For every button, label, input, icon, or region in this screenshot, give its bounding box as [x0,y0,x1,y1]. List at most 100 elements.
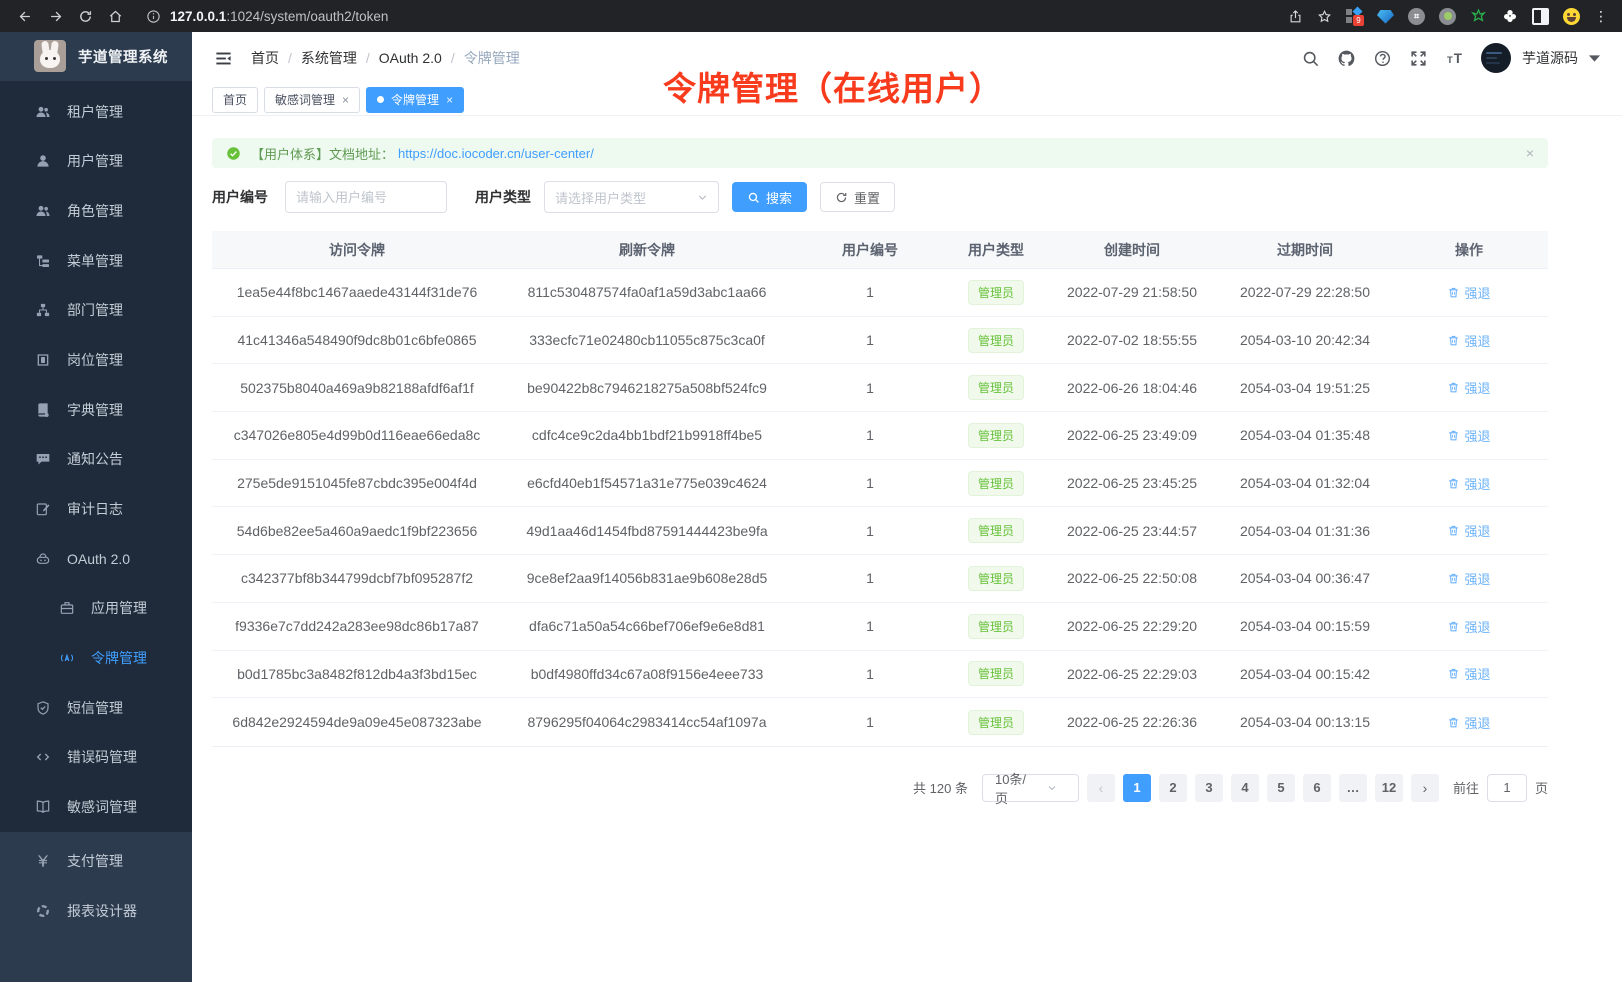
sidebar-item-dict[interactable]: 字典管理 [0,385,192,435]
sidebar-item-dept[interactable]: 部门管理 [0,285,192,335]
profile-avatar-icon[interactable] [1563,8,1580,25]
browser-menu-icon[interactable]: ⋮ [1594,8,1608,25]
sidebar-item-pay[interactable]: 支付管理 [0,836,192,886]
user-type-badge: 管理员 [968,280,1024,305]
force-logout-link[interactable]: 强退 [1447,331,1490,350]
user-menu-caret-icon[interactable] [1585,49,1604,68]
sidebar-item-user[interactable]: 用户管理 [0,136,192,186]
logo-rabbit-icon [34,40,66,72]
address-bar[interactable]: 127.0.0.1:1024/system/oauth2/token [146,9,1284,24]
user-id-label: 用户编号 [212,187,268,207]
expires-cell: 2054-03-10 20:42:34 [1220,332,1390,348]
force-logout-link[interactable]: 强退 [1447,617,1490,636]
user-type-select[interactable]: 请选择用户类型 [544,181,719,213]
extension-star-icon[interactable] [1470,8,1487,25]
force-logout-label: 强退 [1464,569,1490,588]
force-logout-link[interactable]: 强退 [1447,426,1490,445]
action-cell: 强退 [1390,617,1548,636]
page-button-12[interactable]: 12 [1375,774,1403,802]
extension-flower-icon[interactable] [1501,8,1518,25]
page-button-2[interactable]: 2 [1159,774,1187,802]
force-logout-link[interactable]: 强退 [1447,521,1490,540]
font-size-icon[interactable]: TT [1445,49,1464,68]
sidebar-item-report[interactable]: 报表设计器 [0,886,192,936]
sidebar-item-oauth2-app[interactable]: 应用管理 [0,584,192,634]
share-icon[interactable] [1288,9,1303,24]
browser-forward-icon[interactable] [42,3,68,29]
site-info-icon[interactable] [146,9,161,24]
alert-doc-link[interactable]: https://doc.iocoder.cn/user-center/ [398,146,594,161]
dept-icon [34,302,51,318]
browser-reload-icon[interactable] [72,3,98,29]
sidebar-item-sms[interactable]: 短信管理 [0,683,192,733]
sidebar-item-errcode[interactable]: 错误码管理 [0,733,192,783]
sidebar-item-sensitive[interactable]: 敏感词管理 [0,782,192,832]
sidebar-item-oauth2[interactable]: OAuth 2.0 [0,534,192,584]
github-icon[interactable] [1337,49,1356,68]
force-logout-link[interactable]: 强退 [1447,713,1490,732]
force-logout-label: 强退 [1464,378,1490,397]
page-button-4[interactable]: 4 [1231,774,1259,802]
user-type-label: 用户类型 [475,187,531,207]
extension-command-icon[interactable]: ⌗ [1408,8,1425,25]
next-page-button[interactable]: › [1411,774,1439,802]
tab-首页[interactable]: 首页 [212,87,258,113]
tab-bar: 首页敏感词管理×令牌管理× [192,84,1622,116]
extension-gem-icon[interactable] [1377,8,1394,25]
user-id-cell: 1 [792,380,948,396]
user-avatar[interactable] [1481,43,1511,73]
sidebar-split-icon[interactable] [1532,8,1549,25]
goto-page-input[interactable] [1487,774,1527,802]
chevron-down-icon [696,191,709,204]
tab-close-icon[interactable]: × [342,94,349,106]
force-logout-link[interactable]: 强退 [1447,474,1490,493]
extension-grid-icon[interactable]: 9 [1346,8,1363,25]
fullscreen-icon[interactable] [1409,49,1428,68]
search-icon[interactable] [1301,49,1320,68]
user-id-input[interactable] [285,181,447,213]
sidebar-item-tenant[interactable]: 租户管理 [0,87,192,137]
sidebar-item-post[interactable]: 岗位管理 [0,335,192,385]
tab-敏感词管理[interactable]: 敏感词管理× [264,87,360,113]
prev-page-button[interactable]: ‹ [1087,774,1115,802]
sidebar-item-menu[interactable]: 菜单管理 [0,236,192,286]
breadcrumb-separator: / [366,50,370,66]
browser-back-icon[interactable] [12,3,38,29]
help-icon[interactable] [1373,49,1392,68]
force-logout-link[interactable]: 强退 [1447,569,1490,588]
page-number-list: 123456…12 [1123,774,1403,802]
search-button[interactable]: 搜索 [732,182,807,212]
reset-button[interactable]: 重置 [820,182,895,212]
tab-令牌管理[interactable]: 令牌管理× [366,87,464,113]
sidebar-item-oauth2-token[interactable]: 令牌管理 [0,633,192,683]
alert-close-icon[interactable]: × [1526,145,1534,161]
sidebar-item-role[interactable]: 角色管理 [0,186,192,236]
browser-home-icon[interactable] [102,3,128,29]
page-button-6[interactable]: 6 [1303,774,1331,802]
breadcrumb-item[interactable]: 首页 [251,48,279,68]
sidebar-menu-bottom: 支付管理报表设计器 [0,832,192,982]
breadcrumb-item[interactable]: OAuth 2.0 [379,50,442,66]
extension-record-icon[interactable] [1439,8,1456,25]
page-button-1[interactable]: 1 [1123,774,1151,802]
page-button-3[interactable]: 3 [1195,774,1223,802]
page-size-select[interactable]: 10条/页 [982,774,1079,802]
user-type-badge: 管理员 [968,328,1024,353]
action-cell: 强退 [1390,331,1548,350]
collapse-menu-icon[interactable] [214,49,233,68]
sidebar-item-label: 岗位管理 [67,350,123,370]
tab-close-icon[interactable]: × [446,94,453,106]
page-button-5[interactable]: 5 [1267,774,1295,802]
force-logout-link[interactable]: 强退 [1447,283,1490,302]
user-id-cell: 1 [792,618,948,634]
force-logout-link[interactable]: 强退 [1447,664,1490,683]
sidebar-item-notice[interactable]: 通知公告 [0,435,192,485]
force-logout-link[interactable]: 强退 [1447,378,1490,397]
access-token-cell: 275e5de9151045fe87cbdc395e004f4d [212,475,502,491]
user-name[interactable]: 芋道源码 [1522,48,1578,68]
sidebar-item-audit[interactable]: 审计日志 [0,484,192,534]
user-id-cell: 1 [792,475,948,491]
breadcrumb-item[interactable]: 系统管理 [301,48,357,68]
refresh-icon [835,191,848,204]
bookmark-star-icon[interactable] [1317,9,1332,24]
